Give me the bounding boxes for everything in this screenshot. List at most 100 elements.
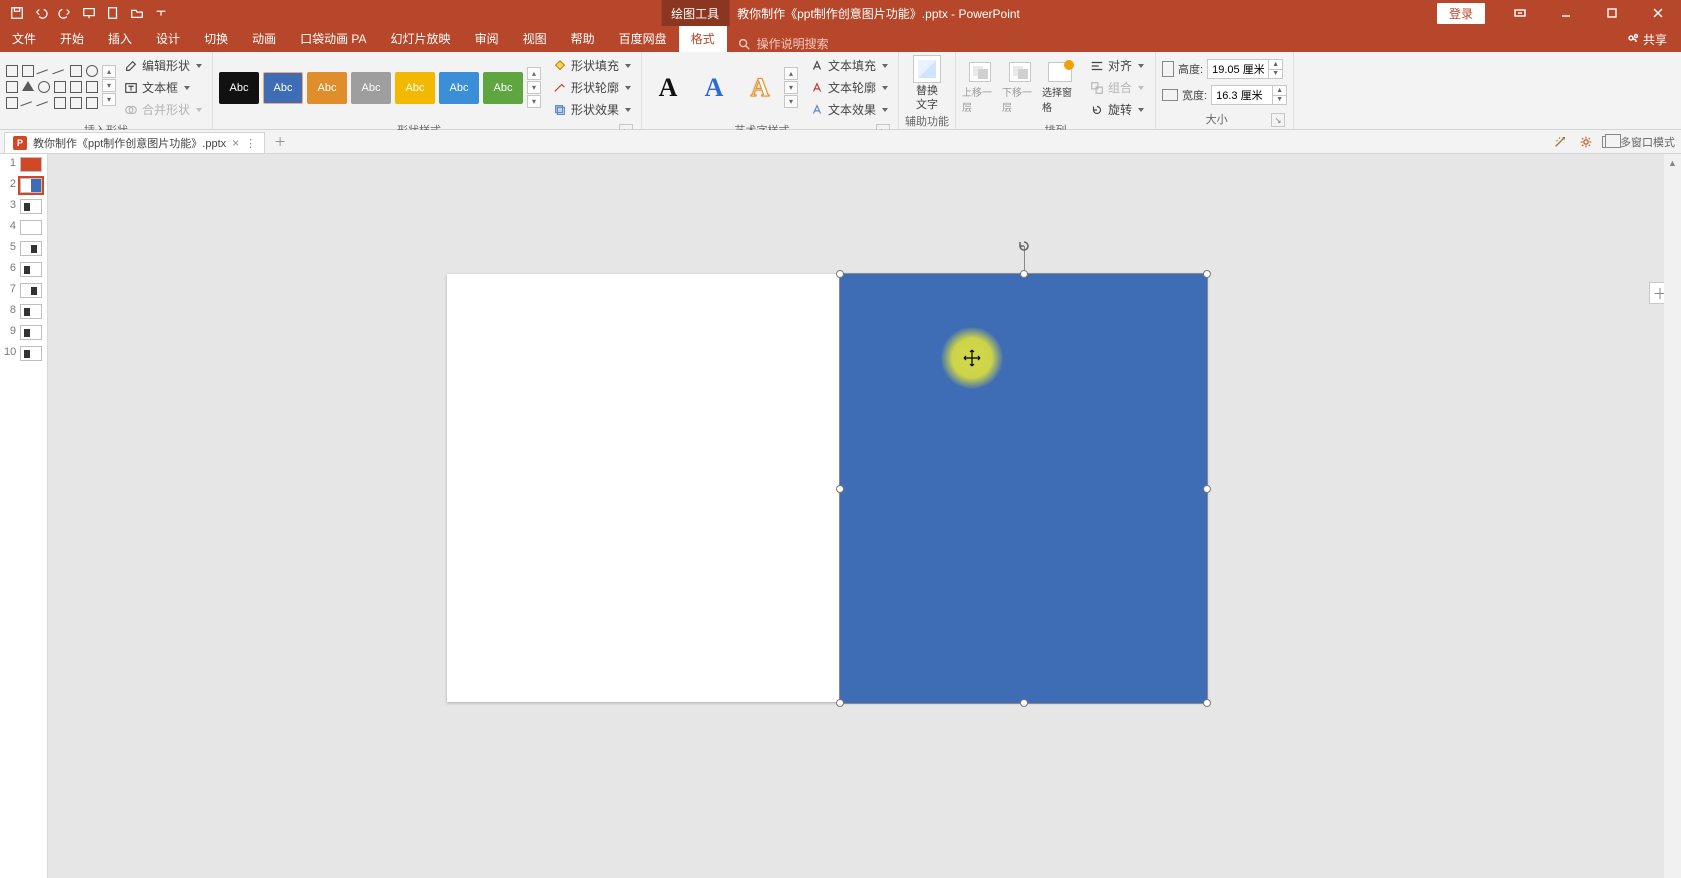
tab-切换[interactable]: 切换	[192, 26, 240, 52]
tab-more-icon[interactable]: ⋮	[245, 137, 256, 150]
vertical-scrollbar[interactable]: ▲	[1664, 154, 1681, 878]
tab-动画[interactable]: 动画	[240, 26, 288, 52]
shapes-gallery[interactable]	[6, 65, 100, 111]
style-swatch[interactable]: Abc	[307, 72, 347, 104]
style-swatch[interactable]: Abc	[351, 72, 391, 104]
spin-up-icon[interactable]: ▲	[1268, 60, 1282, 70]
style-swatch[interactable]: Abc	[395, 72, 435, 104]
wordart-swatch[interactable]: A	[648, 69, 688, 107]
resize-handle[interactable]	[836, 270, 844, 278]
magic-icon[interactable]	[1550, 132, 1570, 152]
height-input[interactable]: ▲▼	[1207, 59, 1283, 79]
shapes-gallery-spinner[interactable]: ▴▾▾	[102, 65, 116, 111]
slide-canvas[interactable]: ＋ ▲	[48, 154, 1681, 878]
shape-style-gallery[interactable]: AbcAbcAbcAbcAbcAbcAbc	[219, 72, 523, 104]
share-button[interactable]: 共享	[1621, 26, 1673, 52]
send-backward-button[interactable]: 下移一层	[1002, 62, 1038, 114]
undo-icon[interactable]	[30, 2, 52, 24]
save-icon[interactable]	[6, 2, 28, 24]
alt-text-button[interactable]: 替换 文字	[905, 55, 949, 111]
document-tab[interactable]: 教你制作《ppt制作创意图片功能》.pptx × ⋮	[4, 132, 265, 153]
present-icon[interactable]	[78, 2, 100, 24]
qat-more-icon[interactable]	[150, 2, 172, 24]
align-button[interactable]: 对齐	[1086, 55, 1148, 76]
gear-icon[interactable]	[1576, 132, 1596, 152]
shape-outline-button[interactable]: 形状轮廓	[549, 77, 635, 98]
tab-格式[interactable]: 格式	[679, 26, 727, 52]
slide-thumbnail[interactable]: 7	[0, 280, 47, 301]
slide-thumbnail[interactable]: 8	[0, 301, 47, 322]
slide-preview	[20, 199, 42, 214]
resize-handle[interactable]	[1203, 485, 1211, 493]
tab-视图[interactable]: 视图	[511, 26, 559, 52]
width-input[interactable]: ▲▼	[1211, 85, 1287, 105]
tab-开始[interactable]: 开始	[48, 26, 96, 52]
slide-thumbnails-panel[interactable]: 12345678910	[0, 154, 48, 878]
tell-me-search[interactable]: 操作说明搜索	[727, 35, 839, 52]
wordart-swatch[interactable]: A	[740, 69, 780, 107]
tab-帮助[interactable]: 帮助	[559, 26, 607, 52]
spin-down-icon[interactable]: ▼	[1272, 96, 1286, 105]
selected-shape[interactable]	[840, 274, 1207, 703]
text-fill-button[interactable]: 文本填充	[806, 55, 892, 76]
tab-审阅[interactable]: 审阅	[463, 26, 511, 52]
resize-handle[interactable]	[836, 485, 844, 493]
move-cursor-icon	[962, 348, 982, 368]
style-swatch[interactable]: Abc	[483, 72, 523, 104]
ribbon-options-icon[interactable]	[1497, 0, 1543, 26]
style-swatch[interactable]: Abc	[219, 72, 259, 104]
spin-up-icon[interactable]: ▲	[1272, 86, 1286, 96]
multi-window-button[interactable]: 多窗口模式	[1602, 134, 1675, 150]
resize-handle[interactable]	[836, 699, 844, 707]
wordart-gallery-spinner[interactable]: ▴▾▾	[784, 67, 798, 108]
dialog-launcher-icon[interactable]: ↘	[1271, 113, 1285, 127]
slide-thumbnail[interactable]: 5	[0, 238, 47, 259]
wordart-swatch[interactable]: A	[694, 69, 734, 107]
rotate-button[interactable]: 旋转	[1086, 99, 1148, 120]
edit-shape-button[interactable]: 编辑形状	[120, 55, 206, 76]
slide-thumbnail[interactable]: 4	[0, 217, 47, 238]
tab-百度网盘[interactable]: 百度网盘	[607, 26, 679, 52]
tab-口袋动画 PA[interactable]: 口袋动画 PA	[288, 26, 378, 52]
text-outline-button[interactable]: 文本轮廓	[806, 77, 892, 98]
tab-幻灯片放映[interactable]: 幻灯片放映	[379, 26, 463, 52]
resize-handle[interactable]	[1203, 270, 1211, 278]
style-gallery-spinner[interactable]: ▴▾▾	[527, 67, 541, 108]
close-tab-icon[interactable]: ×	[232, 136, 239, 150]
login-button[interactable]: 登录	[1437, 3, 1485, 24]
text-box-button[interactable]: 文本框	[120, 77, 206, 98]
rectangle-shape[interactable]	[840, 274, 1207, 703]
tab-插入[interactable]: 插入	[96, 26, 144, 52]
text-effects-button[interactable]: 文本效果	[806, 99, 892, 120]
quick-access-toolbar	[0, 2, 172, 24]
shape-fill-button[interactable]: 形状填充	[549, 55, 635, 76]
resize-handle[interactable]	[1203, 699, 1211, 707]
maximize-icon[interactable]	[1589, 0, 1635, 26]
scroll-up-icon[interactable]: ▲	[1664, 154, 1681, 171]
slide-thumbnail[interactable]: 9	[0, 322, 47, 343]
tab-文件[interactable]: 文件	[0, 26, 48, 52]
tab-设计[interactable]: 设计	[144, 26, 192, 52]
slide-thumbnail[interactable]: 3	[0, 196, 47, 217]
spin-down-icon[interactable]: ▼	[1268, 70, 1282, 79]
bring-forward-button[interactable]: 上移一层	[962, 62, 998, 114]
open-icon[interactable]	[126, 2, 148, 24]
minimize-icon[interactable]	[1543, 0, 1589, 26]
slide-thumbnail[interactable]: 2	[0, 175, 47, 196]
resize-handle[interactable]	[1020, 270, 1028, 278]
new-icon[interactable]	[102, 2, 124, 24]
style-swatch[interactable]: Abc	[439, 72, 479, 104]
selection-pane-button[interactable]: 选择窗格	[1042, 62, 1078, 114]
slide-thumbnail[interactable]: 10	[0, 343, 47, 364]
slide-thumbnail[interactable]: 6	[0, 259, 47, 280]
shape-effects-button[interactable]: 形状效果	[549, 99, 635, 120]
rotation-handle-icon[interactable]	[1016, 238, 1032, 254]
wordart-gallery[interactable]: AAA	[648, 69, 780, 107]
close-icon[interactable]	[1635, 0, 1681, 26]
redo-icon[interactable]	[54, 2, 76, 24]
new-tab-button[interactable]: ＋	[269, 130, 291, 153]
slide-thumbnail[interactable]: 1	[0, 154, 47, 175]
resize-handle[interactable]	[1020, 699, 1028, 707]
merge-shapes-button: 合并形状	[120, 99, 206, 120]
style-swatch[interactable]: Abc	[263, 72, 303, 104]
